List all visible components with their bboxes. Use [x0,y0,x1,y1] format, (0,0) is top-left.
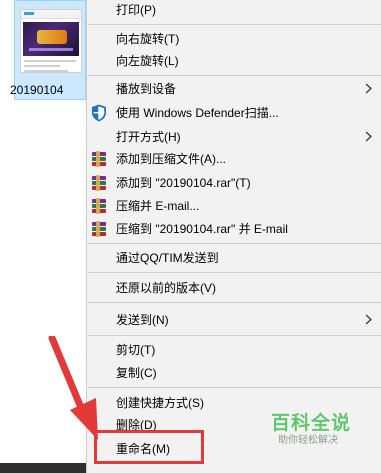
chevron-right-icon [365,314,372,325]
watermark-subtitle: 助你轻松解决 [278,435,338,446]
winrar-icon [91,221,107,237]
watermark: 百科全说 助你轻松解决 [271,408,361,448]
rename-highlight-box [94,430,204,464]
menu-item-add-to-archive[interactable]: 添加到压缩文件(A)... [87,148,381,170]
menu-item-label: 压缩到 "20190104.rar" 并 E-mail [116,222,288,236]
menu-item-compress-email[interactable]: 压缩并 E-mail... [87,195,381,217]
menu-item-restore-versions[interactable]: 还原以前的版本(V) [87,277,381,299]
menu-item-label: 播放到设备 [116,82,177,96]
menu-item-label: 创建快捷方式(S) [116,396,204,410]
windows-defender-shield-icon [92,104,106,122]
menu-separator [88,272,381,273]
menu-item-label: 向左旋转(L) [116,54,179,68]
chevron-right-icon [365,131,372,142]
winrar-icon [91,198,107,214]
menu-item-cut[interactable]: 剪切(T) [87,339,381,361]
image-thumbnail [20,9,82,73]
chevron-right-icon [365,83,372,94]
menu-separator [88,24,381,25]
menu-item-label: 向右旋转(T) [116,32,180,46]
menu-item-label: 复制(C) [116,366,157,380]
menu-item-defender-scan[interactable]: 使用 Windows Defender扫描... [87,102,381,124]
menu-item-label: 压缩并 E-mail... [116,199,200,213]
taskbar-edge [0,463,86,473]
menu-separator [88,387,381,388]
menu-separator [88,75,381,76]
red-pointer-arrow-icon [48,336,98,440]
menu-item-rotate-left[interactable]: 向左旋转(L) [87,50,381,72]
menu-item-label: 发送到(N) [116,313,169,327]
winrar-icon [91,175,107,191]
menu-item-print[interactable]: 打印(P) [87,0,381,21]
menu-item-add-to-rar[interactable]: 添加到 "20190104.rar"(T) [87,172,381,194]
menu-item-label: 添加到 "20190104.rar"(T) [116,176,251,190]
menu-item-label: 添加到压缩文件(A)... [116,152,226,166]
menu-separator [88,302,381,303]
winrar-icon [91,151,107,167]
menu-item-label: 通过QQ/TIM发送到 [116,251,219,265]
file-name-label: 20190104 [10,83,64,97]
menu-separator [88,335,381,336]
menu-item-label: 剪切(T) [116,343,156,357]
menu-item-compress-rar-email[interactable]: 压缩到 "20190104.rar" 并 E-mail [87,218,381,240]
menu-item-cast-to-device[interactable]: 播放到设备 [87,78,381,100]
menu-separator [88,243,381,244]
menu-item-label: 打开方式(H) [116,130,181,144]
menu-item-label: 打印(P) [116,3,156,17]
context-menu: 打印(P) 向右旋转(T) 向左旋转(L) 播放到设备 使用 Windows D… [86,0,381,473]
menu-item-send-via-qq[interactable]: 通过QQ/TIM发送到 [87,247,381,269]
menu-item-send-to[interactable]: 发送到(N) [87,309,381,331]
menu-item-label: 使用 Windows Defender扫描... [116,106,279,120]
menu-item-copy[interactable]: 复制(C) [87,362,381,384]
menu-item-rotate-right[interactable]: 向右旋转(T) [87,28,381,50]
menu-item-label: 还原以前的版本(V) [116,281,216,295]
menu-item-open-with[interactable]: 打开方式(H) [87,126,381,148]
